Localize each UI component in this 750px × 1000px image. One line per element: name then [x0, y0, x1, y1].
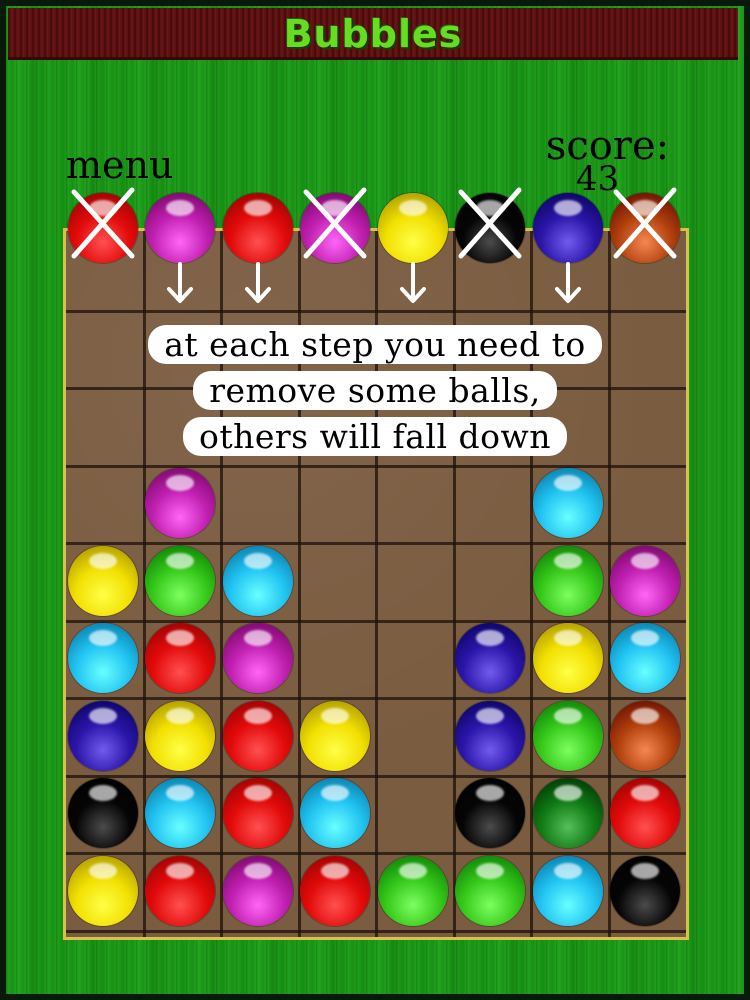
- hint-line: remove some balls,: [193, 371, 557, 410]
- ball-yellow[interactable]: [532, 623, 603, 694]
- ball-highlight: [166, 552, 195, 569]
- ball-highlight: [631, 862, 660, 879]
- ball-red[interactable]: [222, 700, 293, 771]
- ball-green[interactable]: [532, 545, 603, 616]
- ball-highlight: [553, 862, 582, 879]
- ball-highlight: [88, 552, 117, 569]
- ball-highlight: [631, 552, 660, 569]
- ball-highlight: [398, 200, 427, 216]
- ball-brown[interactable]: [610, 700, 681, 771]
- ball-highlight: [631, 785, 660, 802]
- grid-line: [66, 852, 686, 855]
- down-arrow-icon: [554, 262, 581, 303]
- grid-line: [66, 619, 686, 623]
- ball-highlight: [321, 200, 350, 216]
- ball-highlight: [631, 200, 660, 216]
- ball-cyan[interactable]: [67, 623, 138, 694]
- ball-highlight: [166, 785, 195, 802]
- ball-magenta[interactable]: [222, 855, 293, 926]
- top-ball-yellow[interactable]: [377, 193, 448, 263]
- ball-green[interactable]: [455, 855, 526, 926]
- ball-highlight: [243, 552, 272, 569]
- ball-highlight: [88, 200, 117, 216]
- ball-highlight: [553, 630, 582, 647]
- ball-highlight: [166, 630, 195, 647]
- ball-highlight: [88, 707, 117, 724]
- ball-highlight: [321, 707, 350, 724]
- down-arrow-icon: [167, 262, 194, 303]
- ball-green[interactable]: [145, 545, 216, 616]
- ball-green[interactable]: [532, 700, 603, 771]
- top-ball-black[interactable]: [455, 193, 526, 263]
- ball-highlight: [88, 862, 117, 879]
- ball-highlight: [243, 200, 272, 216]
- ball-highlight: [631, 630, 660, 647]
- game-screen: Bubbles menu score: 43 at each step you …: [0, 0, 750, 1000]
- ball-navy[interactable]: [455, 700, 526, 771]
- ball-highlight: [553, 200, 582, 216]
- grid-line: [66, 542, 686, 545]
- grid-line: [66, 309, 686, 313]
- ball-cyan[interactable]: [222, 545, 293, 616]
- ball-yellow[interactable]: [67, 545, 138, 616]
- ball-red[interactable]: [145, 855, 216, 926]
- ball-highlight: [88, 630, 117, 647]
- ball-highlight: [476, 785, 505, 802]
- ball-red[interactable]: [300, 855, 371, 926]
- ball-green[interactable]: [377, 855, 448, 926]
- ball-highlight: [243, 785, 272, 802]
- ball-highlight: [321, 785, 350, 802]
- top-ball-red[interactable]: [222, 193, 293, 263]
- ball-red[interactable]: [222, 778, 293, 849]
- ball-yellow[interactable]: [300, 700, 371, 771]
- ball-highlight: [476, 707, 505, 724]
- ball-highlight: [476, 200, 505, 216]
- ball-highlight: [476, 630, 505, 647]
- top-ball-navy[interactable]: [532, 193, 603, 263]
- ball-yellow[interactable]: [67, 855, 138, 926]
- ball-highlight: [166, 707, 195, 724]
- ball-cyan[interactable]: [532, 855, 603, 926]
- ball-highlight: [321, 862, 350, 879]
- ball-black[interactable]: [610, 855, 681, 926]
- ball-magenta[interactable]: [610, 545, 681, 616]
- ball-highlight: [631, 707, 660, 724]
- down-arrow-icon: [244, 262, 271, 303]
- ball-magenta[interactable]: [222, 623, 293, 694]
- down-arrow-icon: [399, 262, 426, 303]
- grid-line: [66, 697, 686, 700]
- ball-highlight: [553, 475, 582, 492]
- ball-highlight: [553, 785, 582, 802]
- ball-yellow[interactable]: [145, 700, 216, 771]
- ball-highlight: [553, 707, 582, 724]
- game-title: Bubbles: [283, 12, 463, 56]
- ball-highlight: [166, 862, 195, 879]
- top-ball-brown[interactable]: [610, 193, 681, 263]
- ball-highlight: [476, 862, 505, 879]
- hint-line: others will fall down: [183, 417, 567, 456]
- ball-highlight: [243, 630, 272, 647]
- ball-highlight: [166, 475, 195, 492]
- ball-highlight: [553, 552, 582, 569]
- ball-dark-green[interactable]: [532, 778, 603, 849]
- top-ball-magenta[interactable]: [300, 193, 371, 263]
- hint-text: at each step you need to remove some bal…: [0, 322, 750, 460]
- ball-black[interactable]: [67, 778, 138, 849]
- score-value: 43: [575, 159, 620, 199]
- ball-highlight: [166, 200, 195, 216]
- menu-button[interactable]: menu: [66, 146, 173, 184]
- ball-navy[interactable]: [67, 700, 138, 771]
- ball-highlight: [243, 707, 272, 724]
- ball-cyan[interactable]: [532, 468, 603, 539]
- grid-line: [66, 929, 686, 933]
- top-ball-magenta[interactable]: [145, 193, 216, 263]
- title-bar: Bubbles: [8, 8, 738, 60]
- hint-line: at each step you need to: [148, 325, 602, 364]
- ball-highlight: [88, 785, 117, 802]
- grid-line: [66, 774, 686, 778]
- grid-line: [66, 464, 686, 468]
- ball-highlight: [243, 862, 272, 879]
- ball-highlight: [398, 862, 427, 879]
- top-ball-red[interactable]: [67, 193, 138, 263]
